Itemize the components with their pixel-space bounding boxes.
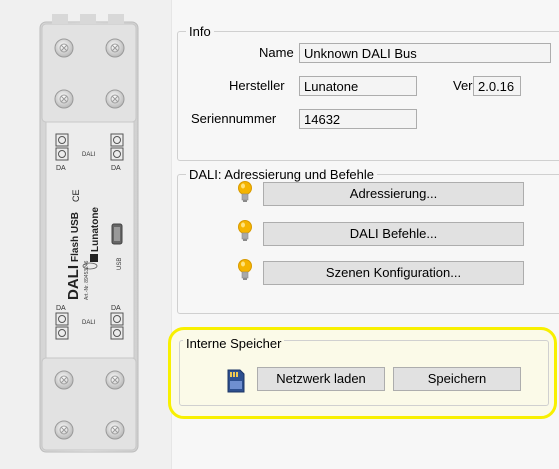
sd-card-icon <box>227 369 245 393</box>
device-image: DA DA DALI DALI Flash USB CE Art.-Nr. 89… <box>39 14 139 453</box>
manufacturer-label: Hersteller <box>229 78 285 93</box>
load-network-button[interactable]: Netzwerk laden <box>257 367 385 391</box>
name-field[interactable]: Unknown DALI Bus <box>299 43 551 63</box>
screw-icon <box>54 370 74 390</box>
ce-mark: CE <box>71 189 81 202</box>
dali-commands-button[interactable]: DALI Befehle... <box>263 222 524 246</box>
version-field[interactable]: 2.0.16 <box>473 76 521 96</box>
name-label: Name <box>259 45 294 60</box>
terminal-label: DA <box>56 305 66 312</box>
device-artno-text: Art.-Nr. 89453246 <box>84 260 90 300</box>
screw-icon <box>54 420 74 440</box>
device-brand-text: Lunatone <box>90 207 101 252</box>
dali-terminal-label: DALI <box>82 320 96 326</box>
dali-terminal-label: DALI <box>82 152 96 158</box>
screw-icon <box>105 370 125 390</box>
screw-icon <box>105 38 125 58</box>
device-product-text: Flash USB <box>70 212 81 262</box>
screw-icon <box>105 89 125 109</box>
dali-group-title: DALI: Adressierung und Befehle <box>189 167 375 182</box>
screw-icon <box>105 420 125 440</box>
usb-port-label: USB <box>117 258 123 270</box>
lightbulb-icon <box>238 181 252 202</box>
version-label: Ver <box>453 78 473 93</box>
device-model-text: DALI <box>65 265 82 300</box>
lightbulb-icon <box>238 220 252 241</box>
screw-icon <box>54 89 74 109</box>
save-button[interactable]: Speichern <box>393 367 521 391</box>
terminal-label: DA <box>56 165 66 172</box>
manufacturer-field[interactable]: Lunatone <box>299 76 417 96</box>
addressing-button[interactable]: Adressierung... <box>263 182 524 206</box>
storage-highlight: Interne Speicher Netzwerk laden Speicher… <box>168 327 557 419</box>
serial-label: Seriennummer <box>191 111 277 126</box>
terminal-label: DA <box>111 165 121 172</box>
terminal-label: DA <box>111 305 121 312</box>
screw-icon <box>54 38 74 58</box>
lightbulb-icon <box>238 259 252 280</box>
scene-configuration-button[interactable]: Szenen Konfiguration... <box>263 261 524 285</box>
storage-group-title: Interne Speicher <box>183 336 285 351</box>
serial-field[interactable]: 14632 <box>299 109 417 129</box>
info-group-title: Info <box>189 24 211 39</box>
